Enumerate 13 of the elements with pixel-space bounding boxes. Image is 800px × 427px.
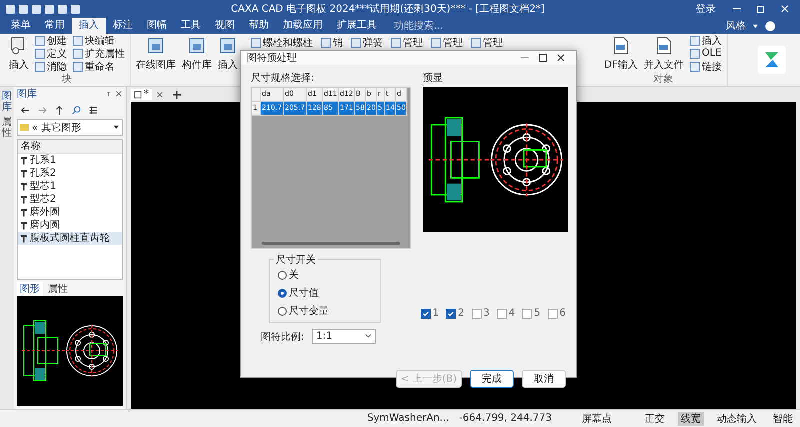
group-label: 块	[61, 74, 73, 86]
field-label: 图符比例:	[261, 330, 304, 344]
window-title: CAXA CAD 电子图板 2024***试用期(还剩30天)*** - [工程图文档2*]	[230, 2, 546, 16]
group-label: 尺寸开关	[274, 253, 318, 267]
group-label: 对象	[652, 74, 674, 86]
path-text: « 其它图形	[32, 122, 82, 134]
status-text: SymWasherAn...	[367, 413, 450, 424]
section-label: 预显	[423, 72, 444, 85]
dialog-title: 图符预处理	[247, 52, 297, 65]
section-label: 尺寸规格选择:	[251, 72, 316, 85]
coordinates: -664.799, 244.773	[459, 413, 552, 424]
panel-title: 图库	[17, 88, 38, 101]
column-header: 名称	[18, 140, 122, 154]
